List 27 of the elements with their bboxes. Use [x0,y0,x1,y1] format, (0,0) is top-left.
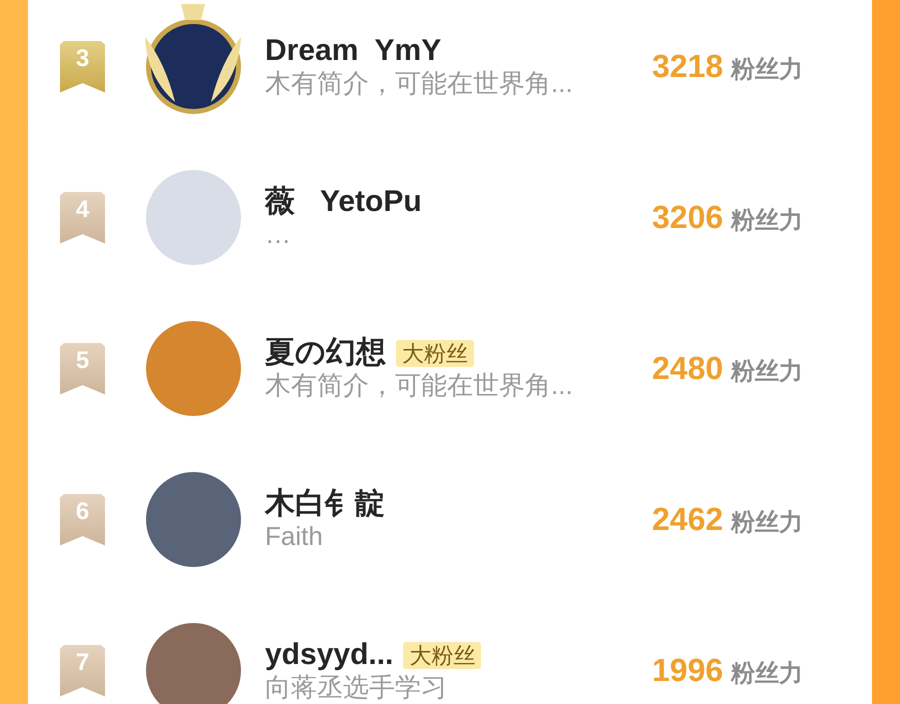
fan-score: 2480 [652,350,724,387]
fan-score: 3206 [652,199,724,236]
user-name[interactable]: ydsyyd... [265,638,394,673]
user-bio: 木有简介，可能在世界角... [265,68,574,99]
user-name[interactable]: Dream YmY [265,34,442,69]
fan-score: 2462 [652,501,724,538]
user-bio: Faith [265,522,324,552]
user-name[interactable]: 木白钅靛 [265,487,385,522]
score-unit: 粉丝力 [731,357,804,387]
rank-badge: 6 [60,494,105,546]
score-unit: 粉丝力 [731,659,804,689]
fan-score: 3218 [652,48,724,85]
fan-score: 1996 [652,652,724,689]
user-name[interactable]: 夏の幻想 [265,336,386,371]
user-name[interactable]: 薇 YetoPu [265,185,422,220]
rank-badge: 5 [60,342,105,394]
user-bio: 木有简介，可能在世界角... [265,370,574,401]
user-bio: … [265,220,292,250]
user-bio: 向蒋丞选手学习 [265,672,448,703]
score-unit: 粉丝力 [731,508,804,538]
fan-level-badge: 大粉丝 [403,642,482,670]
rank-badge: 7 [60,644,105,696]
score-unit: 粉丝力 [731,206,804,236]
score-unit: 粉丝力 [731,55,804,85]
fan-level-badge: 大粉丝 [396,340,474,368]
rank-badge: 3 [60,40,105,92]
rank-badge: 4 [60,192,105,244]
